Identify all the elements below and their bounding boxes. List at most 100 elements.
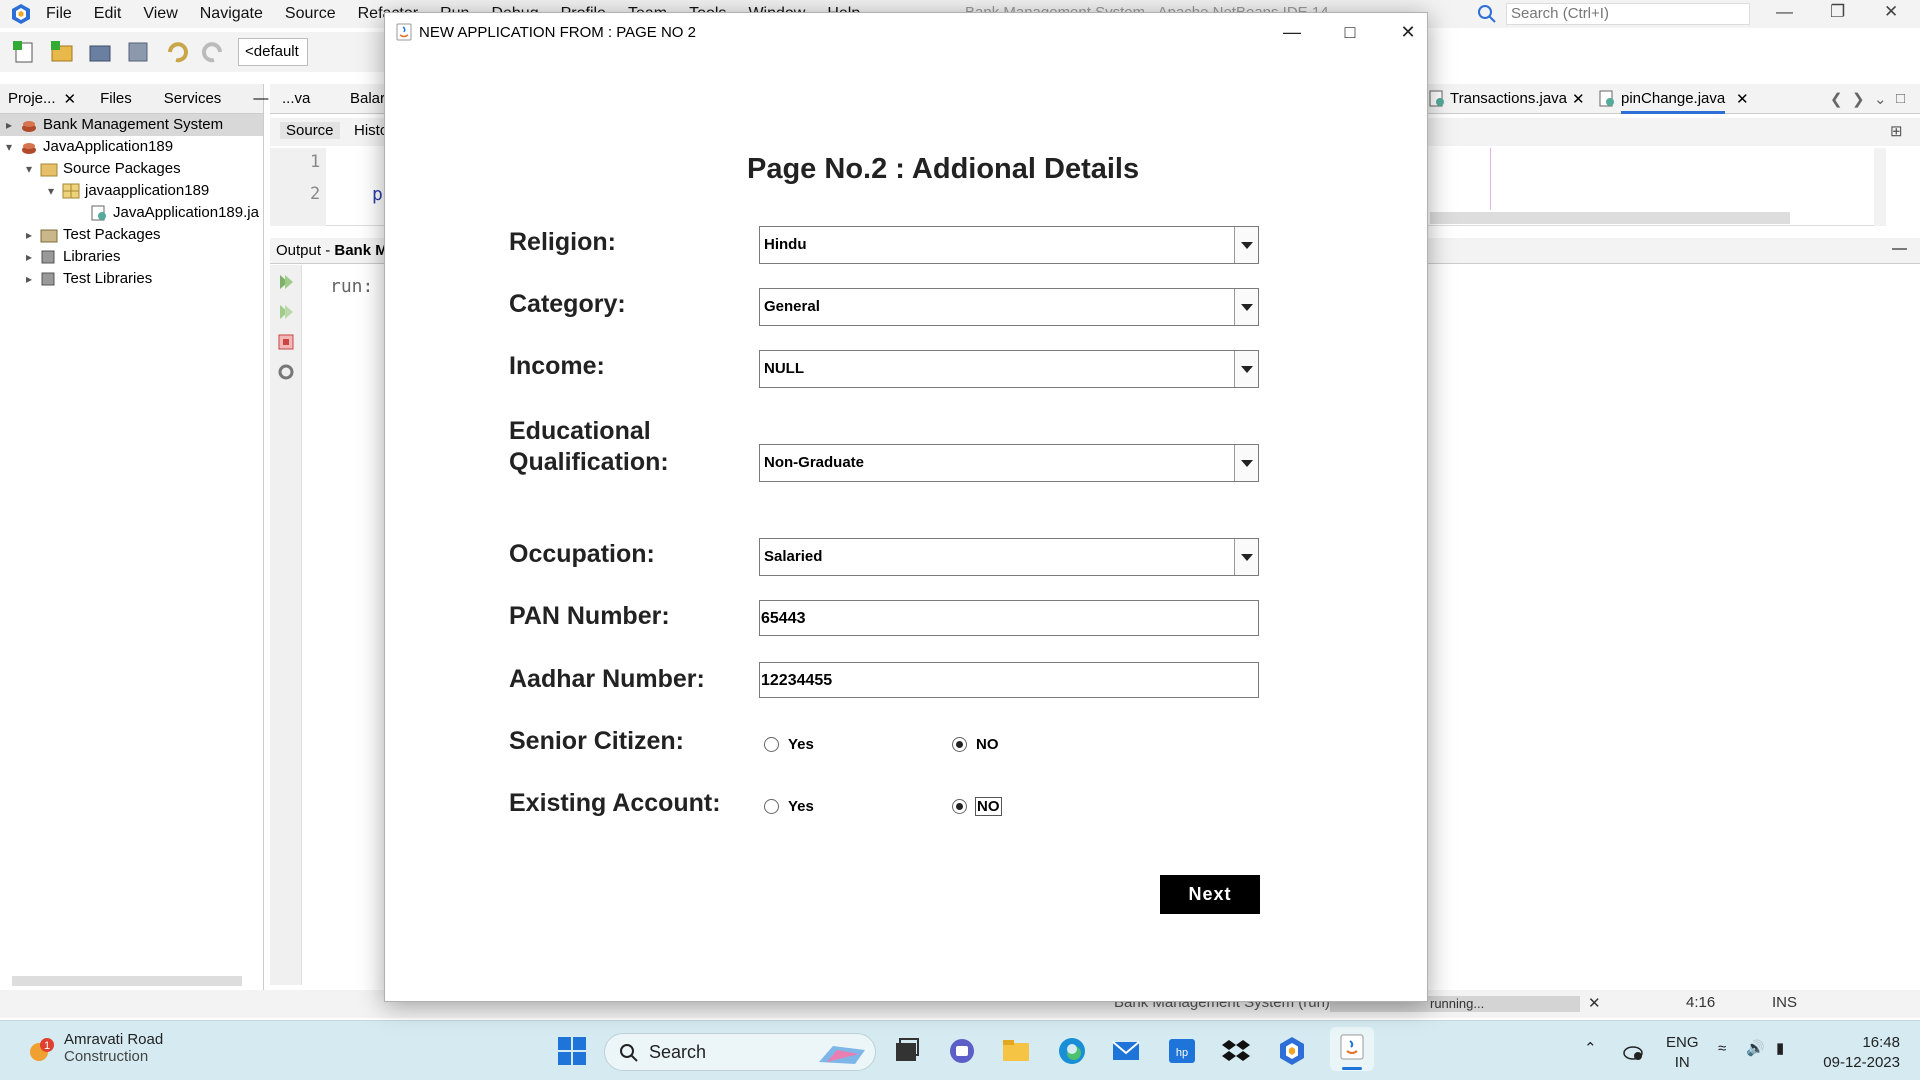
minimize-icon[interactable]: — [1277, 19, 1307, 45]
weather-alert-icon[interactable]: 1 [26, 1035, 58, 1067]
chevron-left-icon[interactable]: ❮ [1830, 90, 1843, 108]
tab-services[interactable]: Services [140, 90, 230, 107]
ide-search-input[interactable]: Search (Ctrl+I) [1506, 3, 1750, 25]
java-icon [396, 23, 412, 41]
horizontal-scrollbar[interactable] [12, 976, 242, 986]
pan-input[interactable]: 65443 [759, 600, 1259, 636]
taskbar-search[interactable]: Search [604, 1033, 876, 1071]
menu-navigate[interactable]: Navigate [200, 5, 263, 23]
settings-icon[interactable] [277, 363, 295, 381]
windows-start-icon[interactable] [556, 1035, 588, 1067]
chevron-down-icon[interactable]: ▾ [6, 136, 20, 158]
tree-item-test-packages[interactable]: ▸ Test Packages [0, 224, 263, 246]
chevron-right-icon[interactable]: ▸ [26, 224, 40, 246]
tab-files[interactable]: Files [86, 90, 140, 107]
chevron-down-icon[interactable] [1234, 351, 1258, 387]
menu-file[interactable]: File [46, 5, 72, 23]
close-icon[interactable]: ✕ [1884, 2, 1898, 22]
tree-item-bank-management-system[interactable]: ▸ Bank Management System [0, 114, 263, 136]
next-button[interactable]: Next [1160, 875, 1260, 914]
cancel-task-icon[interactable]: ✕ [1588, 994, 1601, 1012]
chevron-right-icon[interactable]: ▸ [26, 246, 40, 268]
editor-tab-balance[interactable]: Balar [350, 90, 385, 107]
chevron-down-icon[interactable] [1234, 227, 1258, 263]
income-select[interactable]: NULL [759, 350, 1259, 388]
maximize-icon[interactable]: □ [1896, 90, 1905, 107]
editor-horizontal-scrollbar[interactable] [1430, 212, 1790, 224]
tree-item-label: JavaApplication189.ja [113, 204, 259, 221]
aadhar-input[interactable]: 12234455 [759, 662, 1259, 698]
dropbox-icon[interactable] [1220, 1035, 1252, 1067]
close-icon[interactable]: ✕ [1393, 19, 1423, 45]
wifi-icon[interactable]: ≈ [1718, 1039, 1726, 1059]
religion-select[interactable]: Hindu [759, 226, 1259, 264]
editor-tab-transactions[interactable]: Transactions.java [1450, 90, 1567, 107]
chevron-right-icon[interactable]: ▸ [26, 268, 40, 290]
tree-item-source-packages[interactable]: ▾ Source Packages [0, 158, 263, 180]
tab-projects[interactable]: Proje... [0, 90, 64, 107]
mcafee-icon[interactable]: hp [1166, 1035, 1198, 1067]
volume-icon[interactable]: 🔊 [1746, 1039, 1765, 1059]
tree-item-libraries[interactable]: ▸ Libraries [0, 246, 263, 268]
task-view-icon[interactable] [890, 1035, 922, 1067]
maximize-icon[interactable]: □ [1335, 19, 1365, 45]
chevron-down-icon[interactable] [1234, 289, 1258, 325]
existing-account-yes-radio[interactable]: Yes [764, 798, 814, 815]
menu-edit[interactable]: Edit [94, 5, 122, 23]
chevron-down-icon[interactable]: ▾ [48, 180, 62, 202]
existing-account-no-radio[interactable]: NO [952, 797, 1002, 816]
editor-tab-pinchange[interactable]: pinChange.java [1621, 90, 1726, 114]
senior-citizen-yes-radio[interactable]: Yes [764, 736, 814, 753]
menu-source[interactable]: Source [285, 5, 336, 23]
tree-item-java-file[interactable]: JavaApplication189.ja [0, 202, 263, 224]
senior-citizen-no-radio[interactable]: NO [952, 736, 999, 753]
close-icon[interactable]: ✕ [1736, 90, 1749, 108]
rerun-icon[interactable] [277, 273, 295, 291]
netbeans-taskbar-icon[interactable] [1276, 1035, 1308, 1067]
new-project-icon[interactable] [48, 38, 76, 66]
education-select[interactable]: Non-Graduate [759, 444, 1259, 482]
close-icon[interactable]: ✕ [64, 90, 87, 108]
tree-item-test-libraries[interactable]: ▸ Test Libraries [0, 268, 263, 290]
open-project-icon[interactable] [86, 38, 114, 66]
category-select[interactable]: General [759, 288, 1259, 326]
chevron-down-icon[interactable] [1234, 539, 1258, 575]
stop-icon[interactable] [277, 333, 295, 351]
split-icon[interactable]: ⊞ [1890, 122, 1903, 140]
editor-tab-va[interactable]: ...va [282, 90, 310, 107]
save-all-icon[interactable] [124, 38, 152, 66]
onedrive-icon[interactable] [1622, 1041, 1644, 1061]
chevron-down-icon[interactable]: ▾ [26, 158, 40, 180]
edge-browser-icon[interactable] [1056, 1035, 1088, 1067]
restore-icon[interactable]: ❐ [1830, 2, 1845, 22]
minimize-icon[interactable]: — [1776, 2, 1793, 22]
config-combo[interactable]: <default [238, 38, 308, 66]
weather-widget[interactable]: Amravati Road Construction [64, 1031, 163, 1065]
tree-item-javaapplication189[interactable]: ▾ JavaApplication189 [0, 136, 263, 158]
rerun-with-params-icon[interactable] [277, 303, 295, 321]
java-app-taskbar-item[interactable] [1330, 1027, 1374, 1071]
chevron-right-icon[interactable]: ▸ [6, 114, 20, 136]
tab-source[interactable]: Source [280, 122, 340, 139]
file-explorer-icon[interactable] [1000, 1035, 1032, 1067]
teams-chat-icon[interactable] [946, 1035, 978, 1067]
undo-icon[interactable] [162, 38, 190, 66]
new-file-icon[interactable] [10, 38, 38, 66]
redo-icon[interactable] [200, 38, 228, 66]
chevron-down-icon[interactable]: ⌄ [1874, 90, 1887, 108]
battery-icon[interactable]: ▮ [1776, 1039, 1784, 1059]
occupation-select[interactable]: Salaried [759, 538, 1259, 576]
region-code: IN [1674, 1054, 1690, 1071]
java-icon [1340, 1034, 1364, 1060]
education-value: Non-Graduate [764, 454, 865, 471]
language-indicator[interactable]: ENG IN [1666, 1033, 1699, 1073]
chevron-right-icon[interactable]: ❯ [1852, 90, 1865, 108]
clock[interactable]: 16:48 09-12-2023 [1812, 1033, 1900, 1073]
chevron-up-icon[interactable]: ⌃ [1584, 1039, 1597, 1059]
chevron-down-icon[interactable] [1234, 445, 1258, 481]
mail-icon[interactable] [1110, 1035, 1142, 1067]
tree-item-package[interactable]: ▾ javaapplication189 [0, 180, 263, 202]
menu-view[interactable]: View [143, 5, 177, 23]
minimize-panel-icon[interactable]: — [1892, 240, 1907, 257]
close-icon[interactable]: ✕ [1572, 90, 1585, 108]
